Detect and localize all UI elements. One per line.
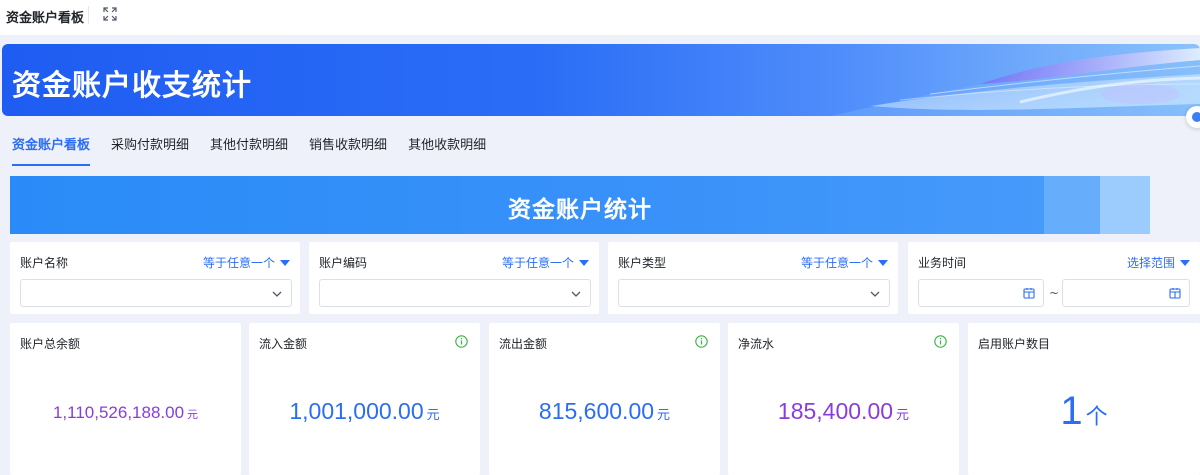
date-range-separator: ~ xyxy=(1049,286,1060,300)
banner-title: 资金账户收支统计 xyxy=(12,68,253,102)
banner-decoration xyxy=(830,48,1200,116)
info-circle-icon[interactable] xyxy=(934,335,947,348)
kpi-value: 1 xyxy=(1060,389,1083,433)
filter-label: 账户编码 xyxy=(319,256,368,270)
kpi-unit: 元 xyxy=(896,408,910,423)
kpi-label: 账户总余额 xyxy=(20,337,81,351)
kpi-unit: 元 xyxy=(426,408,440,423)
account-name-select[interactable] xyxy=(20,279,292,307)
caret-down-icon xyxy=(878,259,888,266)
filter-operator-select[interactable]: 等于任意一个 xyxy=(502,254,589,271)
kpi-unit: 元 xyxy=(657,408,671,423)
kpi-unit: 元 xyxy=(187,408,199,421)
calendar-icon xyxy=(1169,288,1181,299)
page-banner: 资金账户收支统计 xyxy=(2,44,1200,116)
kpi-label: 启用账户数目 xyxy=(978,337,1051,351)
section-title: 资金账户统计 xyxy=(508,197,652,223)
chevron-down-icon xyxy=(272,291,282,297)
info-circle-icon[interactable] xyxy=(695,335,708,348)
tab-other-receipt-detail[interactable]: 其他收款明细 xyxy=(408,136,486,166)
kpi-label: 净流水 xyxy=(738,337,775,351)
topbar-divider xyxy=(88,6,89,24)
kpi-value-row: 1个 xyxy=(968,389,1200,434)
info-circle-icon[interactable] xyxy=(455,335,468,348)
kpi-value: 815,600.00 xyxy=(538,398,655,424)
kpi-value: 185,400.00 xyxy=(777,398,894,424)
kpi-label: 流出金额 xyxy=(499,337,548,351)
kpi-unit: 个 xyxy=(1085,405,1108,430)
kpi-value: 1,110,526,188.00 xyxy=(52,403,185,422)
kpi-label: 流入金额 xyxy=(259,337,308,351)
toggle-dot-icon xyxy=(1192,112,1200,122)
caret-down-icon xyxy=(1180,259,1190,266)
caret-down-icon xyxy=(280,259,290,266)
kpi-value-row: 1,110,526,188.00 元 xyxy=(10,403,241,423)
operator-label: 选择范围 xyxy=(1126,256,1175,270)
chevron-down-icon xyxy=(571,291,581,297)
account-type-select[interactable] xyxy=(618,279,890,307)
section-header: 资金账户统计 xyxy=(10,176,1150,234)
kpi-outflow: 流出金额 815,600.00 元 xyxy=(489,323,720,475)
tab-other-payment-detail[interactable]: 其他付款明细 xyxy=(210,136,288,166)
calendar-icon xyxy=(1023,288,1035,299)
filter-account-type: 账户类型 等于任意一个 xyxy=(608,242,898,314)
kpi-inflow: 流入金额 1,001,000.00 元 xyxy=(249,323,480,475)
operator-label: 等于任意一个 xyxy=(800,256,873,270)
filter-account-name: 账户名称 等于任意一个 xyxy=(10,242,300,314)
kpi-net-flow: 净流水 185,400.00 元 xyxy=(728,323,959,475)
end-date-input[interactable] xyxy=(1062,279,1190,307)
kpi-value-row: 1,001,000.00 元 xyxy=(249,398,480,425)
filter-label: 账户名称 xyxy=(20,256,69,270)
account-code-select[interactable] xyxy=(319,279,591,307)
tab-sales-receipt-detail[interactable]: 销售收款明细 xyxy=(309,136,387,166)
filter-label: 业务时间 xyxy=(918,256,967,270)
kpi-total-balance: 账户总余额 1,110,526,188.00 元 xyxy=(10,323,241,475)
kpi-value-row: 185,400.00 元 xyxy=(728,398,959,425)
caret-down-icon xyxy=(579,259,589,266)
filter-operator-select[interactable]: 等于任意一个 xyxy=(203,254,290,271)
tab-bar: 资金账户看板 采购付款明细 其他付款明细 销售收款明细 其他收款明细 xyxy=(12,136,507,166)
operator-label: 等于任意一个 xyxy=(501,256,574,270)
operator-label: 等于任意一个 xyxy=(202,256,275,270)
filter-operator-select[interactable]: 选择范围 xyxy=(1127,254,1190,271)
kpi-value: 1,001,000.00 xyxy=(289,398,424,424)
chevron-down-icon xyxy=(870,291,880,297)
expand-icon[interactable] xyxy=(103,7,117,21)
tab-fund-account-board[interactable]: 资金账户看板 xyxy=(12,136,91,166)
start-date-input[interactable] xyxy=(918,279,1044,307)
app-title: 资金账户看板 xyxy=(6,11,85,26)
tab-purchase-payment-detail[interactable]: 采购付款明细 xyxy=(111,136,189,166)
kpi-value-row: 815,600.00 元 xyxy=(489,398,720,425)
kpi-active-accounts: 启用账户数目 1个 xyxy=(968,323,1200,475)
filter-account-code: 账户编码 等于任意一个 xyxy=(309,242,599,314)
filter-operator-select[interactable]: 等于任意一个 xyxy=(801,254,888,271)
filter-label: 账户类型 xyxy=(618,256,667,270)
top-bar: 资金账户看板 xyxy=(0,0,1200,32)
filter-business-time: 业务时间 选择范围 ~ xyxy=(908,242,1200,314)
